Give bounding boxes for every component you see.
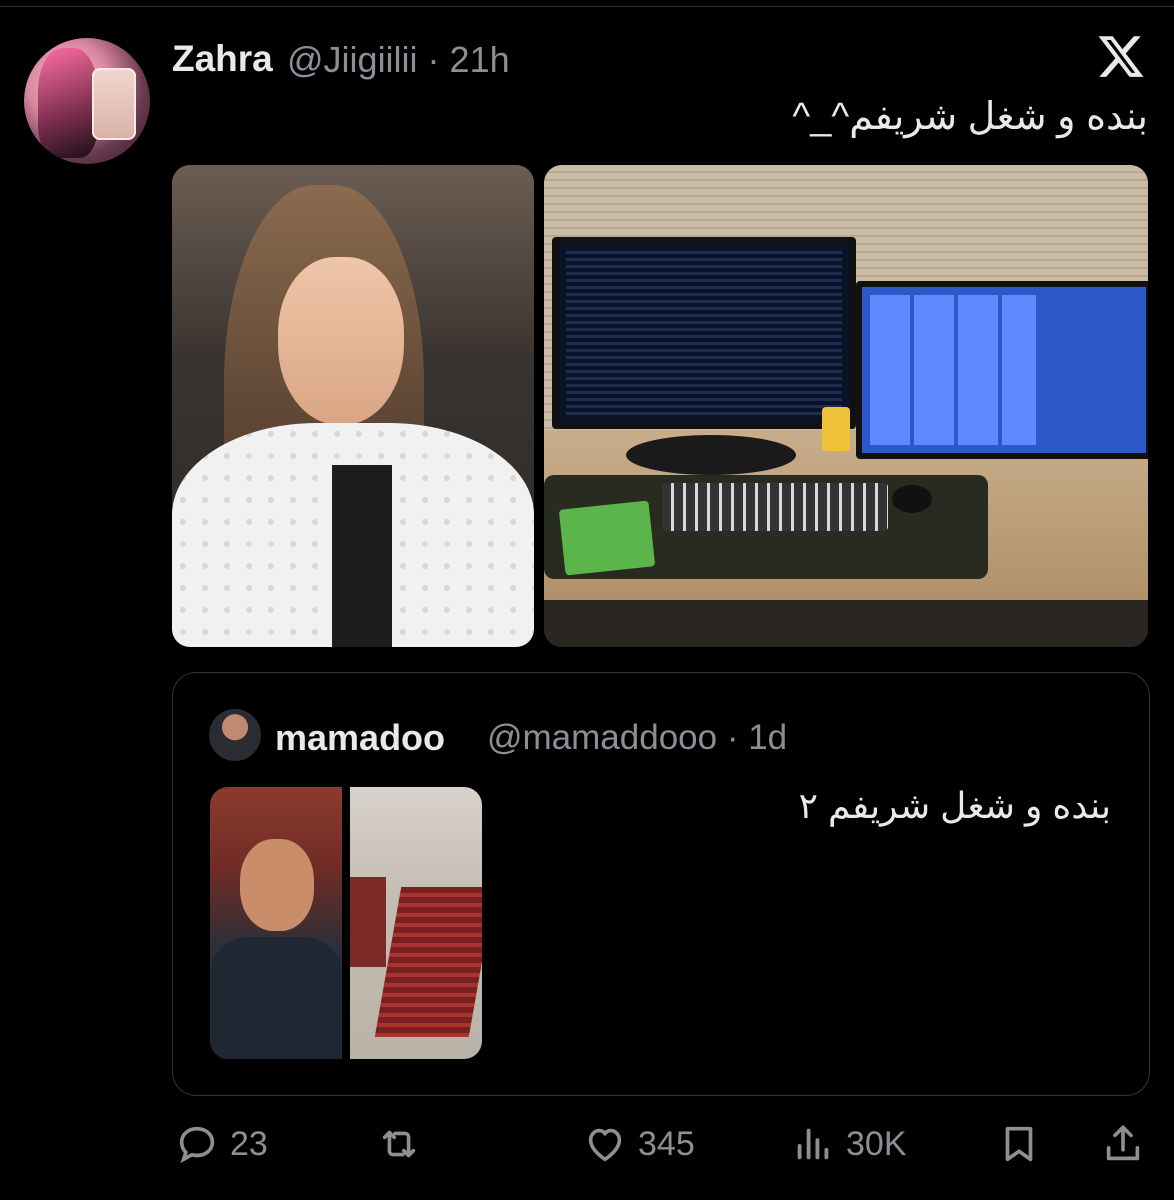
tweet: Zahra @Jiigiilii · 21h بنده و شغل شریفم^… bbox=[0, 0, 1174, 1200]
action-bar: 23 345 30K bbox=[0, 1116, 1174, 1176]
author-avatar[interactable] bbox=[24, 38, 150, 164]
bookmark-button[interactable] bbox=[996, 1116, 1042, 1172]
like-icon bbox=[588, 1128, 622, 1162]
tweet-photo-desk[interactable] bbox=[544, 165, 1148, 647]
views-button[interactable]: 30K bbox=[790, 1116, 907, 1172]
tweet-photo-selfie[interactable] bbox=[172, 165, 534, 647]
like-button[interactable]: 345 bbox=[582, 1116, 695, 1172]
reply-button[interactable]: 23 bbox=[174, 1116, 268, 1172]
retweet-icon bbox=[382, 1130, 416, 1158]
views-icon bbox=[797, 1128, 829, 1160]
quoted-author-avatar[interactable] bbox=[209, 709, 261, 761]
x-logo-icon bbox=[1098, 36, 1144, 77]
author-handle-time[interactable]: @Jiigiilii · 21h bbox=[287, 39, 510, 81]
quoted-tweet-text: بنده و شغل شریفم ۲ bbox=[798, 785, 1111, 826]
like-count: 345 bbox=[638, 1124, 695, 1163]
quoted-author-handle-time[interactable]: @mamaddooo · 1d bbox=[487, 718, 787, 758]
author-name[interactable]: Zahra bbox=[172, 38, 273, 80]
retweet-button[interactable] bbox=[374, 1116, 424, 1172]
quoted-tweet-photo[interactable] bbox=[210, 787, 482, 1059]
divider bbox=[0, 6, 1174, 7]
bookmark-icon bbox=[1005, 1126, 1033, 1162]
reply-icon bbox=[179, 1126, 215, 1164]
share-icon bbox=[1106, 1125, 1140, 1161]
share-button[interactable] bbox=[1100, 1116, 1146, 1172]
quoted-tweet-card[interactable]: mamadoo @mamaddooo · 1d بنده و شغل شریفم… bbox=[172, 672, 1150, 1096]
quoted-author-name[interactable]: mamadoo bbox=[275, 717, 445, 759]
views-count: 30K bbox=[846, 1124, 907, 1163]
tweet-text: بنده و شغل شریفم^_^ bbox=[792, 96, 1148, 138]
reply-count: 23 bbox=[230, 1124, 268, 1163]
